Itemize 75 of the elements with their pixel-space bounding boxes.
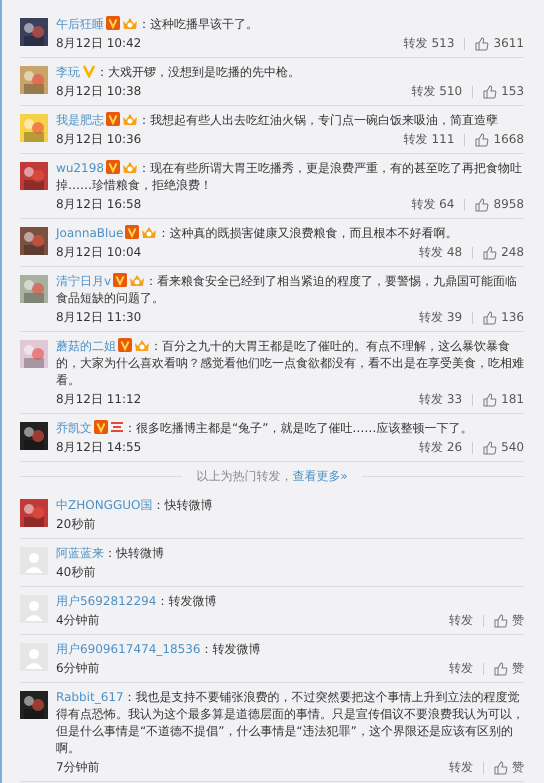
repost-text: 用户5692812294：转发微博 bbox=[56, 593, 218, 610]
timestamp: 8月12日 11:12 bbox=[56, 391, 142, 408]
like-link[interactable]: 3611 bbox=[493, 35, 524, 52]
repost-text: 中ZHONGGUO国：快转微博 bbox=[56, 497, 214, 514]
verified-icon bbox=[94, 420, 108, 434]
timestamp: 4分钟前 bbox=[56, 612, 101, 629]
thumbs-up-icon bbox=[483, 392, 498, 406]
timestamp: 8月12日 10:04 bbox=[56, 244, 142, 261]
repost-link[interactable]: 转发 510 bbox=[411, 83, 462, 100]
repost-text: 李玩 ：大戏开锣，没想到是吃播的先中枪。 bbox=[56, 64, 301, 81]
timestamp: 8月12日 10:42 bbox=[56, 35, 142, 52]
repost-text: 乔凯文 ：很多吃播博主都是“兔子”，就是吃了催吐……应该整顿一下了。 bbox=[56, 420, 474, 437]
thumbs-up-icon bbox=[483, 440, 498, 454]
crown-icon bbox=[122, 112, 138, 126]
timestamp: 8月12日 11:30 bbox=[56, 309, 142, 326]
repost-text: JoannaBlue ：这种真的既损害健康又浪费粮食，而且根本不好看啊。 bbox=[56, 225, 458, 242]
like-link[interactable]: 136 bbox=[501, 309, 524, 326]
repost-link[interactable]: 转发 bbox=[449, 612, 473, 629]
timestamp: 7分钟前 bbox=[56, 759, 101, 776]
hot-reposts-note: 以上为热门转发，查看更多» bbox=[196, 468, 348, 485]
repost-text: 清宁日月v ：看来粮食安全已经到了相当紧迫的程度了，要警惕，九鼎国可能面临食品短缺的问题了。 bbox=[56, 273, 518, 307]
timestamp: 8月12日 10:38 bbox=[56, 83, 142, 100]
like-link[interactable]: 8958 bbox=[493, 196, 524, 213]
repost-link[interactable]: 转发 64 bbox=[411, 196, 454, 213]
repost-link[interactable]: 转发 bbox=[449, 660, 473, 677]
repost-link[interactable]: 转发 39 bbox=[419, 309, 462, 326]
like-link[interactable]: 赞 bbox=[512, 612, 524, 629]
thumbs-up-icon bbox=[483, 84, 498, 98]
verified-icon bbox=[118, 338, 132, 352]
thumbs-up-icon bbox=[483, 310, 498, 324]
verified-icon bbox=[82, 64, 96, 78]
thumbs-up-icon bbox=[475, 198, 490, 212]
thumbs-up-icon bbox=[494, 760, 508, 774]
repost-text: 阿蓝蓝来：快转微博 bbox=[56, 545, 165, 562]
repost-link[interactable]: 转发 33 bbox=[419, 391, 462, 408]
repost-text: 用户6909617474_18536：转发微博 bbox=[56, 641, 262, 658]
repost-text: 蘑菇的二姐 ：百分之九十的大胃王都是吃了催吐的。有点不理解，这么暴饮暴食的，大家为什么喜欢看呐？感觉看他们吃一点食欲都没有，看不出是在享受美食，吃相难看。 bbox=[56, 338, 524, 389]
thumbs-up-icon bbox=[494, 662, 508, 676]
thumbs-up-icon bbox=[475, 36, 490, 50]
crown-icon bbox=[129, 273, 146, 287]
timestamp: 20秒前 bbox=[56, 516, 96, 533]
verified-icon bbox=[113, 273, 128, 287]
verified-icon bbox=[106, 112, 120, 126]
crown-icon bbox=[122, 16, 138, 30]
timestamp: 8月12日 10:36 bbox=[56, 131, 142, 148]
timestamp: 40秒前 bbox=[56, 564, 96, 581]
timestamp: 8月12日 14:55 bbox=[56, 439, 142, 456]
repost-link[interactable]: 转发 bbox=[449, 759, 473, 776]
thumbs-up-icon bbox=[483, 246, 498, 260]
like-link[interactable]: 248 bbox=[501, 244, 524, 261]
like-link[interactable]: 540 bbox=[501, 439, 524, 456]
repost-link[interactable]: 转发 513 bbox=[404, 35, 454, 52]
thumbs-up-icon bbox=[494, 614, 508, 628]
rank-icon bbox=[110, 420, 124, 434]
like-link[interactable]: 1668 bbox=[493, 131, 524, 148]
verified-icon bbox=[106, 160, 120, 174]
crown-icon bbox=[141, 225, 158, 239]
like-link[interactable]: 181 bbox=[501, 391, 524, 408]
timestamp: 6分钟前 bbox=[56, 660, 101, 677]
verified-icon bbox=[106, 16, 120, 30]
repost-text: 我是肥志 ：我想起有些人出去吃红油火锅，专门点一碗白饭来吸油，简直造孽 bbox=[56, 112, 499, 129]
repost-text: Rabbit_617：我也是支持不要铺张浪费的，不过突然要把这个事情上升到立法的程度觉得有点恐怖。我认为这个最多算是道德层面的事情。只是宣传倡议不要浪费我认为可以，但是什么事情是“不道德不提倡”，什么事情是“违法犯罪”，这个界限还是应该有区别的啊。 bbox=[56, 689, 524, 757]
timestamp: 8月12日 16:58 bbox=[56, 196, 142, 213]
repost-link[interactable]: 转发 48 bbox=[419, 244, 462, 261]
repost-link[interactable]: 转发 111 bbox=[404, 131, 454, 148]
like-link[interactable]: 153 bbox=[501, 83, 524, 100]
thumbs-up-icon bbox=[475, 132, 490, 146]
like-link[interactable]: 赞 bbox=[512, 759, 524, 776]
repost-text: 午后狂睡 ：这种吃播早该干了。 bbox=[56, 16, 259, 33]
crown-icon bbox=[122, 160, 138, 174]
repost-link[interactable]: 转发 26 bbox=[419, 439, 462, 456]
like-link[interactable]: 赞 bbox=[512, 660, 524, 677]
crown-icon bbox=[134, 338, 150, 352]
repost-text: wu2198 ：现在有些所谓大胃王吃播秀，更是浪费严重，有的甚至吃了再把食物吐掉……珍惜粮食，拒绝浪费！ bbox=[56, 160, 523, 194]
verified-icon bbox=[125, 225, 140, 239]
